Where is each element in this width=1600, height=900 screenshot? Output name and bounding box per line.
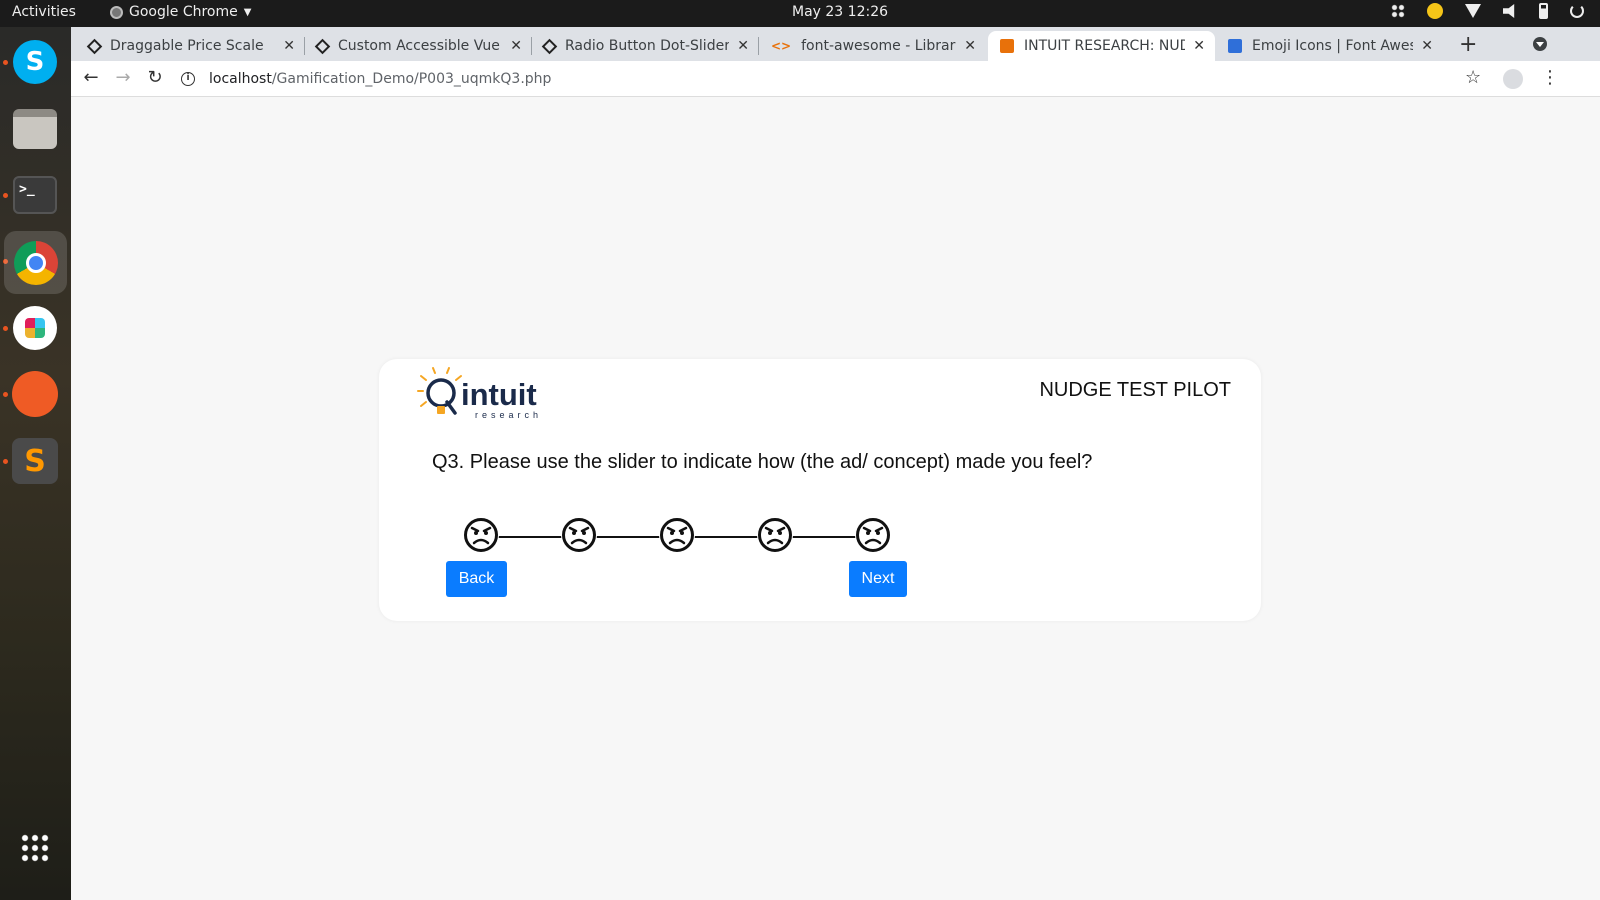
terminal-icon: >_ — [13, 176, 57, 214]
close-icon[interactable]: ✕ — [1421, 38, 1433, 54]
sublime-text-icon: S — [12, 438, 58, 484]
next-button[interactable]: Next — [849, 561, 907, 597]
postman-icon — [12, 371, 58, 417]
codepen-icon — [314, 38, 331, 54]
postman-launcher[interactable] — [10, 369, 60, 419]
chrome-launcher[interactable] — [4, 231, 67, 294]
tab-emoji-icons-font-awesome[interactable]: Emoji Icons | Font Aweso ✕ — [1216, 31, 1443, 61]
logo-wordmark: intuit — [461, 377, 537, 412]
running-indicator — [3, 60, 8, 65]
angry-face-icon[interactable] — [463, 517, 499, 553]
tab-title: Radio Button Dot-Slider — [565, 38, 730, 54]
tab-draggable-price-scale[interactable]: Draggable Price Scale ✕ — [77, 31, 305, 61]
folder-icon — [13, 109, 57, 149]
system-top-bar: Activities Google Chrome ▼ May 23 12:26 — [0, 0, 1600, 27]
chrome-window: Draggable Price Scale ✕ Custom Accessibl… — [71, 27, 1600, 900]
slack-tray-icon[interactable] — [1391, 4, 1405, 18]
page-content: intuit research NUDGE TEST PILOT Q3. Ple… — [71, 97, 1600, 900]
running-indicator — [3, 193, 8, 198]
url-host: localhost — [209, 71, 272, 87]
tab-title: font-awesome - Libraries — [801, 38, 956, 54]
chevron-down-icon: ▼ — [243, 6, 252, 18]
tab-title: INTUIT RESEARCH: NUDG — [1024, 38, 1186, 54]
intuit-favicon — [1000, 39, 1014, 53]
tab-custom-accessible-vue[interactable]: Custom Accessible Vue E ✕ — [305, 31, 532, 61]
close-icon[interactable]: ✕ — [510, 38, 522, 54]
browser-toolbar: ← → ↻ i localhost/Gamification_Demo/P003… — [71, 61, 1600, 97]
question-text: Q3. Please use the slider to indicate ho… — [432, 451, 1093, 473]
close-icon[interactable]: ✕ — [283, 38, 295, 54]
survey-card: intuit research NUDGE TEST PILOT Q3. Ple… — [379, 359, 1261, 621]
codepen-icon — [86, 38, 103, 54]
intuit-research-logo: intuit research — [417, 367, 542, 420]
codepen-icon — [541, 38, 558, 54]
dock: S >_ S — [0, 27, 71, 900]
logo-subtitle: research — [475, 410, 542, 420]
volume-icon[interactable] — [1503, 4, 1515, 18]
tab-title: Draggable Price Scale — [110, 38, 264, 54]
page-title: NUDGE TEST PILOT — [1039, 379, 1231, 401]
back-button[interactable]: Back — [446, 561, 507, 597]
sublime-launcher[interactable]: S — [10, 436, 60, 486]
emoji-rating-slider[interactable] — [463, 517, 893, 557]
terminal-launcher[interactable]: >_ — [10, 170, 60, 220]
app-menu[interactable]: Google Chrome ▼ — [110, 4, 251, 20]
slack-icon — [13, 306, 57, 350]
bookmark-star-icon[interactable]: ☆ — [1465, 67, 1481, 88]
running-indicator — [3, 326, 8, 331]
tab-font-awesome-libraries[interactable]: <> font-awesome - Libraries ✕ — [759, 31, 986, 61]
tab-radio-button-dot-slider[interactable]: Radio Button Dot-Slider ✕ — [532, 31, 759, 61]
wifi-icon[interactable] — [1465, 4, 1481, 18]
tab-strip: Draggable Price Scale ✕ Custom Accessibl… — [71, 27, 1600, 61]
profile-avatar-icon[interactable] — [1503, 69, 1523, 89]
night-light-icon[interactable] — [1427, 3, 1443, 19]
tab-search-icon[interactable] — [1533, 37, 1547, 51]
tab-title: Custom Accessible Vue E — [338, 38, 503, 54]
system-tray[interactable] — [1391, 3, 1584, 19]
skype-icon: S — [13, 40, 57, 84]
clock[interactable]: May 23 12:26 — [792, 4, 888, 20]
angry-face-icon[interactable] — [757, 517, 793, 553]
chrome-icon — [13, 240, 58, 285]
show-applications-icon[interactable] — [20, 833, 50, 863]
more-menu-icon[interactable]: ⋮ — [1541, 67, 1559, 88]
files-launcher[interactable] — [10, 104, 60, 154]
url-path: /Gamification_Demo/P003_uqmkQ3.php — [271, 71, 552, 87]
close-icon[interactable]: ✕ — [964, 38, 976, 54]
tab-title: Emoji Icons | Font Aweso — [1252, 38, 1414, 54]
site-info-icon[interactable]: i — [181, 72, 195, 86]
new-tab-button[interactable]: + — [1459, 32, 1477, 57]
angry-face-icon[interactable] — [561, 517, 597, 553]
fontawesome-flag-icon — [1228, 39, 1242, 53]
cdn-code-icon: <> — [771, 39, 792, 53]
power-menu-icon[interactable] — [1570, 4, 1584, 18]
reload-icon[interactable]: ↻ — [143, 67, 167, 88]
lightbulb-rays — [417, 367, 462, 407]
close-icon[interactable]: ✕ — [1193, 38, 1205, 54]
running-indicator — [3, 392, 8, 397]
activities-button[interactable]: Activities — [12, 4, 76, 20]
slack-launcher[interactable] — [10, 303, 60, 353]
tab-intuit-research[interactable]: INTUIT RESEARCH: NUDG ✕ — [988, 31, 1215, 61]
back-arrow-icon[interactable]: ← — [79, 67, 103, 88]
chrome-app-icon — [110, 5, 123, 19]
app-menu-label: Google Chrome — [129, 4, 238, 20]
close-icon[interactable]: ✕ — [737, 38, 749, 54]
address-bar[interactable]: i localhost/Gamification_Demo/P003_uqmkQ… — [181, 65, 1491, 93]
angry-face-icon[interactable] — [855, 517, 891, 553]
skype-launcher[interactable]: S — [10, 37, 60, 87]
running-indicator — [3, 459, 8, 464]
angry-face-icon[interactable] — [659, 517, 695, 553]
forward-arrow-icon[interactable]: → — [111, 67, 135, 88]
battery-icon[interactable] — [1539, 3, 1548, 19]
